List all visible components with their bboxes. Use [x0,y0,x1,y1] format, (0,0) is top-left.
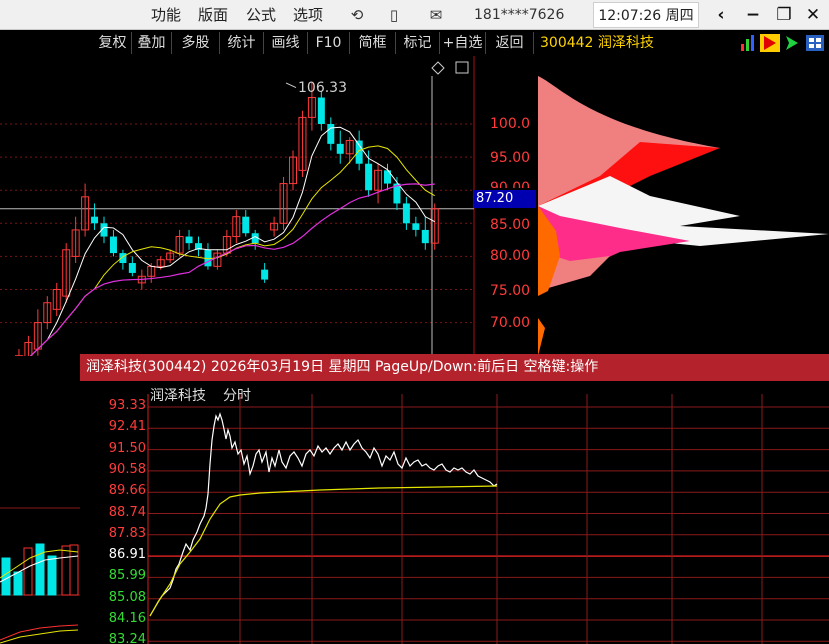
multi-stock-button[interactable]: 多股 [172,32,220,54]
back-button[interactable]: 返回 [486,32,534,54]
menu-formula[interactable]: 公式 [246,0,276,30]
user-phone[interactable]: 181****7626 [474,0,564,30]
close-button[interactable]: ✕ [800,0,826,30]
overlay-button[interactable]: 叠加 [132,32,172,54]
stock-code-title: 300442 润泽科技 [540,35,654,51]
candle-body-down [365,163,373,191]
candle-body-down [128,263,136,273]
bars-icon[interactable] [740,34,756,52]
draw-line-button[interactable]: 画线 [264,32,308,54]
volume-bar [23,547,33,596]
volume-bar [13,571,23,596]
back-icon[interactable]: ‹ [708,0,734,30]
mail-icon[interactable]: ✉ [425,0,447,30]
intraday-average-line [149,485,498,617]
candle-body-down [336,143,344,154]
add-favorite-button[interactable]: +自选 [440,32,486,54]
intraday-price-line [149,412,498,617]
chip-distribution [538,76,829,356]
simple-frame-button[interactable]: 简框 [350,32,396,54]
diamond-icon [431,61,445,75]
play-icon[interactable] [760,34,780,52]
volume-bar [61,545,71,596]
peak-marker [285,82,297,89]
candle-body-down [261,269,269,280]
candle-body-down [327,124,335,144]
chart-toolbar: 复权 叠加 多股 统计 画线 F10 简框 标记 +自选 返回 [0,30,829,56]
phone-icon[interactable]: ▯ [384,0,404,30]
candle-body-down [185,236,193,244]
price-label: 70.00 [490,315,531,331]
volume-bar [1,557,11,596]
restore-button[interactable]: ❐ [771,0,797,30]
arrow-icon[interactable] [784,34,800,52]
price-label: 80.00 [490,248,531,264]
menu-options[interactable]: 选项 [293,0,323,30]
volume-bar [69,544,79,596]
candle-body-down [421,229,429,244]
statistics-button[interactable]: 统计 [220,32,264,54]
window-icon [455,61,469,74]
volume-chart [0,507,80,644]
mark-button[interactable]: 标记 [396,32,440,54]
clock: 12:07:26 周四 [593,2,699,28]
price-label: 100.0 [490,116,531,132]
price-label: 95.00 [490,150,531,166]
candle-body-down [91,216,99,224]
candle-body-down [109,236,117,254]
f10-button[interactable]: F10 [308,32,350,54]
candle-body-down [412,223,420,230]
menu-layout[interactable]: 版面 [198,0,228,30]
refresh-icon[interactable]: ⟲ [346,0,368,30]
title-bar: 功能 版面 公式 选项 ⟲ ▯ ✉ 181****7626 12:07:26 周… [0,0,829,30]
ma20-line [29,183,435,356]
intraday-popup[interactable]: 润泽科技(300442) 2026年03月19日 星期四 PageUp/Down… [80,354,829,644]
chip-orange-tail [538,318,545,356]
ma5-line [29,126,435,356]
candle-body-down [119,253,127,264]
price-label: 85.00 [490,217,531,233]
candle-body-down [355,140,363,164]
kline-chart[interactable] [0,56,829,356]
candle-body-down [242,216,250,234]
candle-body-down [317,97,325,124]
intraday-chart[interactable] [80,354,829,644]
price-label: 75.00 [490,283,531,299]
volume-bar [35,543,45,596]
grid-icon[interactable] [806,34,824,52]
current-price-label: 87.20 [474,190,536,208]
minimize-button[interactable]: − [740,0,766,30]
menu-function[interactable]: 功能 [151,0,181,30]
candle-body-down [402,203,410,224]
volume-bar [47,555,57,596]
fuquan-button[interactable]: 复权 [94,32,132,54]
peak-price-label: 106.33 [298,80,347,96]
